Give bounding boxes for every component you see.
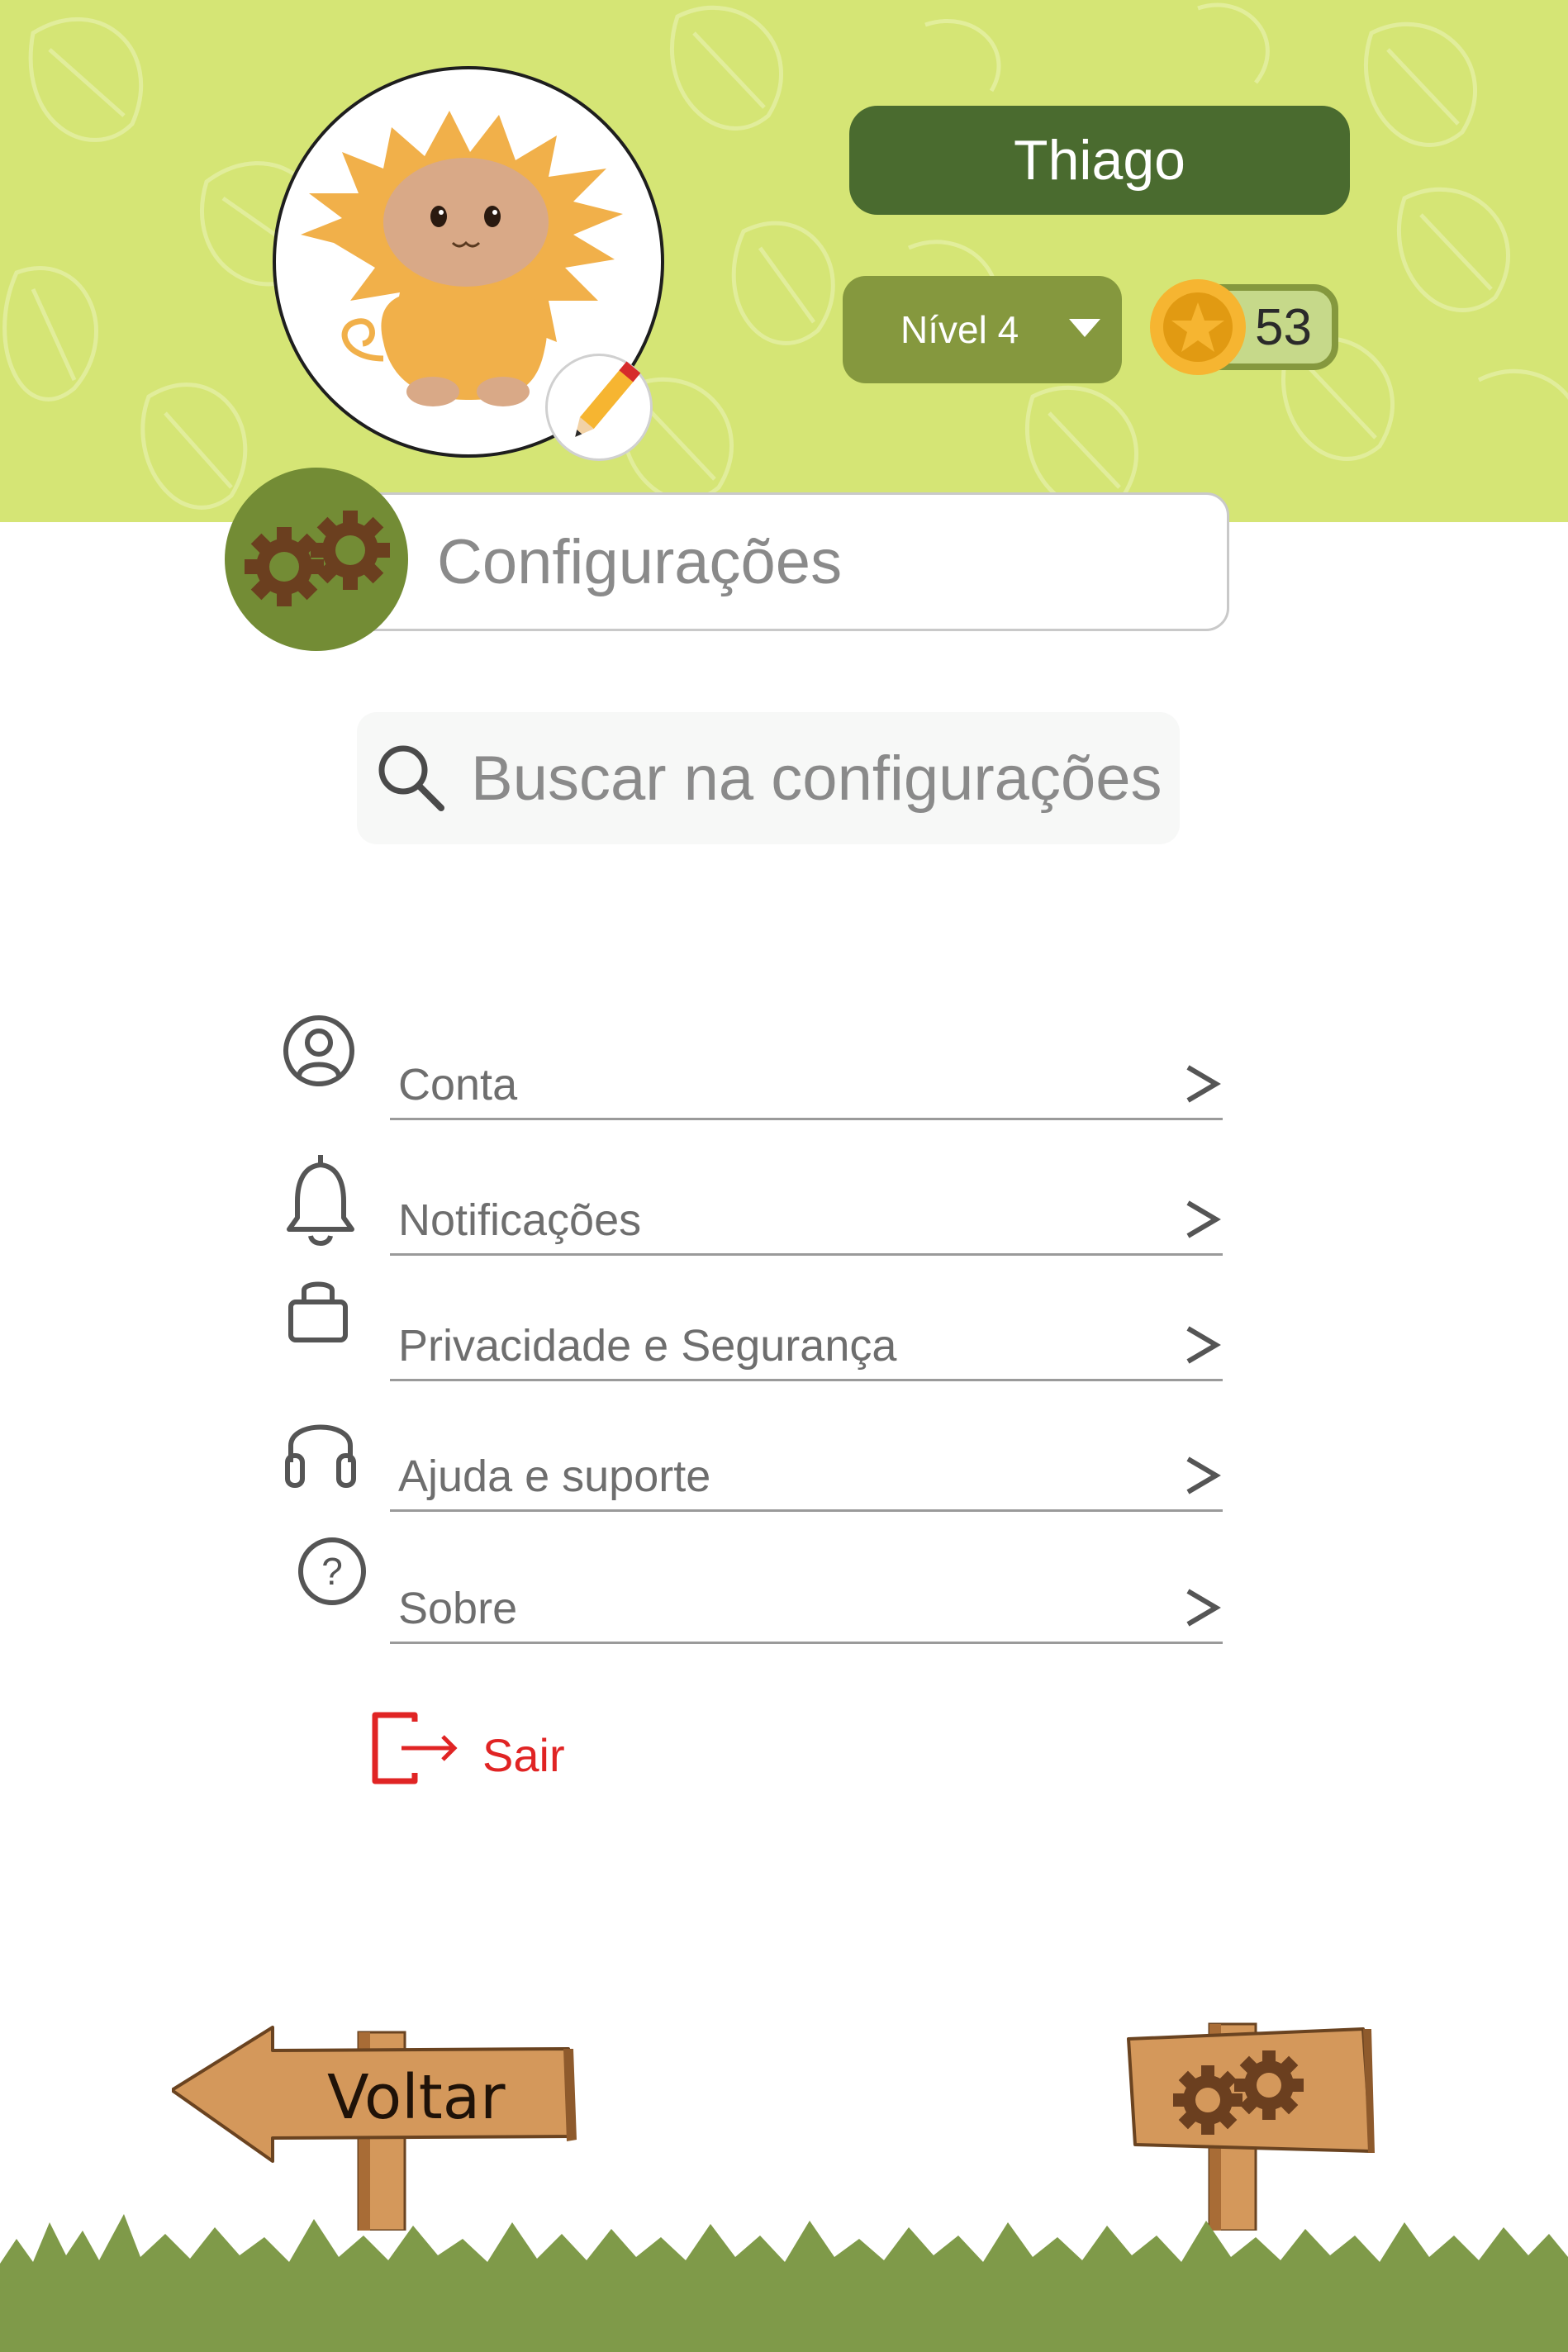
settings-badge	[225, 468, 408, 651]
divider	[390, 1509, 1223, 1512]
edit-avatar-button[interactable]	[545, 354, 653, 461]
user-circle-icon	[283, 1015, 354, 1086]
logout-icon	[372, 1712, 458, 1784]
chevron-down-icon	[1069, 319, 1100, 337]
logout-label: Sair	[482, 1729, 565, 1781]
search-placeholder: Buscar na configurações	[471, 743, 1162, 814]
headphones-icon	[285, 1424, 356, 1488]
leaf-pattern-background	[2, 2, 1568, 511]
divider	[390, 1253, 1223, 1256]
menu-item-label: Conta	[398, 1060, 518, 1109]
menu-item-label: Sobre	[398, 1584, 518, 1633]
menu-item-label: Notificações	[398, 1195, 642, 1245]
menu-item-notificacoes[interactable]: Notificações	[281, 1148, 1223, 1256]
divider	[390, 1642, 1223, 1644]
chevron-right-icon	[1186, 1200, 1221, 1238]
username-label: Thiago	[849, 106, 1350, 215]
menu-item-sobre[interactable]: ? Sobre	[281, 1537, 1223, 1644]
logout-button[interactable]: Sair	[368, 1707, 616, 1789]
chevron-right-icon	[1186, 1456, 1221, 1494]
svg-text:?: ?	[321, 1550, 343, 1593]
menu-item-conta[interactable]: Conta	[281, 1013, 1223, 1120]
menu-item-label: Ajuda e suporte	[398, 1452, 711, 1501]
star-coin-icon	[1150, 279, 1246, 375]
divider	[390, 1379, 1223, 1381]
coin-count: 53	[1255, 298, 1312, 356]
search-input[interactable]: Buscar na configurações	[357, 712, 1180, 844]
page-title-text: Configurações	[437, 526, 843, 597]
profile-header	[0, 0, 1568, 522]
grass-ground	[0, 2214, 1568, 2352]
divider	[390, 1118, 1223, 1120]
chevron-right-icon	[1186, 1589, 1221, 1627]
question-circle-icon: ?	[298, 1537, 366, 1605]
search-icon	[378, 745, 444, 811]
menu-item-privacidade[interactable]: Privacidade e Segurança	[281, 1274, 1223, 1381]
chevron-right-icon	[1186, 1065, 1221, 1103]
lock-icon	[288, 1281, 348, 1342]
bell-icon	[287, 1155, 354, 1246]
gears-icon	[245, 511, 390, 606]
chevron-right-icon	[1186, 1326, 1221, 1364]
menu-item-ajuda[interactable]: Ajuda e suporte	[281, 1404, 1223, 1512]
page-title: Configurações	[339, 492, 1229, 631]
level-label: Nível 4	[900, 308, 1019, 351]
pencil-icon	[575, 361, 641, 437]
menu-item-label: Privacidade e Segurança	[398, 1321, 897, 1371]
back-button-label[interactable]: Voltar	[327, 2062, 506, 2133]
